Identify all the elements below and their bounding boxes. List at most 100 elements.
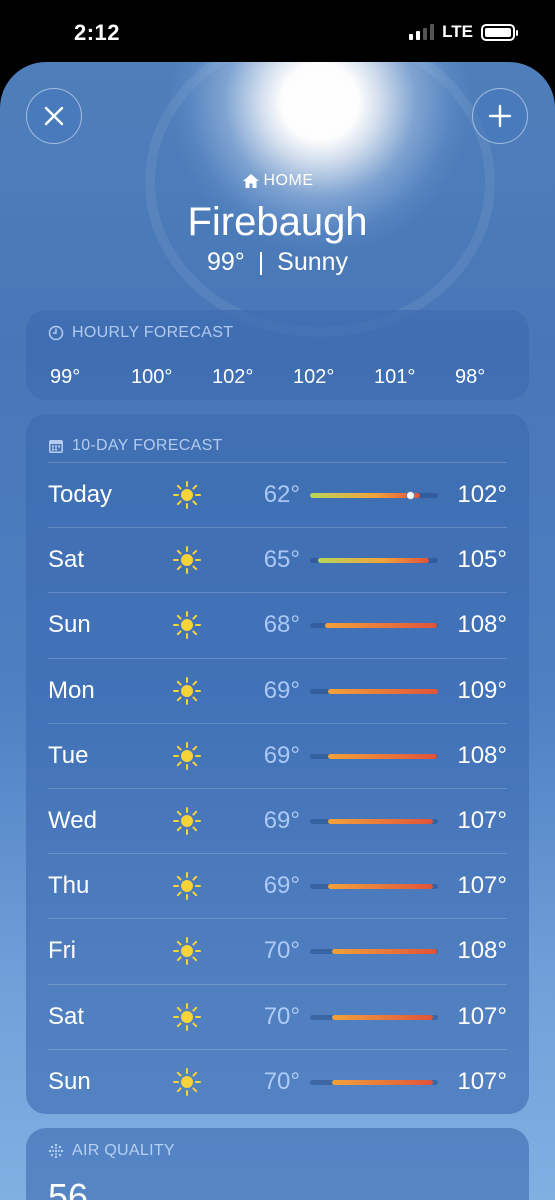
temp-range-track bbox=[310, 884, 438, 890]
day-name: Mon bbox=[48, 676, 95, 704]
day-high-temp: 107° bbox=[457, 806, 507, 834]
sun-icon bbox=[172, 936, 202, 966]
day-high-temp: 109° bbox=[457, 676, 507, 704]
plus-icon bbox=[488, 104, 512, 128]
temp-range-track bbox=[310, 558, 438, 564]
status-time: 2:12 bbox=[74, 20, 121, 45]
temp-range-bar bbox=[327, 884, 433, 890]
day-list: Today 62° 102° Sat 65° 105° Sun 68° 108° Mon 69° 10… bbox=[26, 462, 529, 1114]
ten-day-forecast-card[interactable]: 10-DAY FORECAST Today 62° 102° Sat 65° 105° Su… bbox=[26, 414, 529, 1114]
temp-range-track bbox=[310, 818, 438, 824]
battery-icon bbox=[481, 23, 518, 41]
day-row[interactable]: Sat 65° 105° bbox=[48, 527, 507, 592]
hourly-temps[interactable]: 99°100°102°102°101°98°9 bbox=[50, 366, 529, 389]
air-quality-icon bbox=[48, 1143, 64, 1159]
sun-icon bbox=[172, 1002, 202, 1032]
day-row[interactable]: Today 62° 102° bbox=[48, 462, 507, 527]
day-high-temp: 102° bbox=[457, 481, 507, 508]
temp-range-track bbox=[310, 949, 438, 955]
home-label: HOME bbox=[263, 172, 314, 189]
hourly-forecast-card[interactable]: HOURLY FORECAST 99°100°102°102°101°98°9 bbox=[26, 310, 529, 400]
hourly-forecast-title: HOURLY FORECAST bbox=[72, 324, 234, 341]
sun-icon bbox=[172, 871, 202, 901]
day-low-temp: 70° bbox=[263, 1067, 300, 1095]
network-label: LTE bbox=[442, 22, 473, 41]
summary-separator: | bbox=[257, 248, 265, 276]
day-row[interactable]: Wed 69° 107° bbox=[48, 787, 507, 853]
hourly-temp: 100° bbox=[131, 366, 173, 388]
city-name: Firebaugh bbox=[187, 200, 368, 244]
current-temp-dot bbox=[405, 491, 415, 500]
day-low-temp: 62° bbox=[263, 481, 300, 508]
calendar-icon bbox=[49, 439, 63, 453]
add-location-button[interactable] bbox=[472, 88, 528, 144]
day-low-temp: 69° bbox=[263, 872, 300, 900]
close-button[interactable] bbox=[26, 88, 82, 144]
day-name: Wed bbox=[48, 806, 97, 834]
weather-sheet: HOME Firebaugh 99° | Sunny HOURLY FORECA… bbox=[0, 62, 555, 1200]
ten-day-forecast-header: 10-DAY FORECAST bbox=[26, 414, 529, 462]
temp-range-bar bbox=[327, 753, 437, 759]
day-name: Sun bbox=[48, 611, 91, 639]
day-high-temp: 108° bbox=[457, 741, 507, 769]
day-row[interactable]: Mon 69° 109° bbox=[48, 657, 507, 723]
current-condition: Sunny bbox=[277, 248, 349, 276]
sun-icon bbox=[172, 480, 202, 510]
temp-range-bar bbox=[317, 558, 430, 564]
sun-icon bbox=[172, 1067, 202, 1097]
temp-range-bar bbox=[331, 949, 437, 955]
day-low-temp: 68° bbox=[263, 611, 300, 639]
day-row[interactable]: Tue 69° 108° bbox=[48, 722, 507, 788]
temp-range-track bbox=[310, 1014, 438, 1020]
hourly-temp: 102° bbox=[293, 366, 335, 388]
temp-range-track bbox=[310, 688, 438, 694]
air-quality-value: 56 bbox=[48, 1176, 89, 1200]
temp-range-track bbox=[310, 623, 438, 629]
day-high-temp: 108° bbox=[457, 937, 507, 965]
status-bar: 2:12 LTE bbox=[0, 0, 555, 62]
temp-range-bar bbox=[325, 623, 437, 629]
air-quality-card[interactable]: AIR QUALITY 56 bbox=[26, 1128, 529, 1200]
day-name: Sun bbox=[48, 1067, 91, 1095]
close-icon bbox=[44, 106, 64, 126]
day-name: Sat bbox=[48, 1002, 85, 1030]
temp-range-track bbox=[310, 753, 438, 759]
day-row[interactable]: Sun 70° 107° bbox=[48, 1048, 507, 1114]
day-row[interactable]: Sun 68° 108° bbox=[48, 592, 507, 657]
air-quality-title: AIR QUALITY bbox=[72, 1142, 175, 1159]
hourly-temp: 99° bbox=[50, 366, 81, 388]
day-high-temp: 107° bbox=[457, 1002, 507, 1030]
ten-day-forecast-title: 10-DAY FORECAST bbox=[72, 436, 223, 454]
sun-icon bbox=[172, 610, 202, 640]
hourly-temp: 101° bbox=[374, 366, 416, 388]
temp-range-track bbox=[310, 491, 438, 500]
temp-range-bar bbox=[327, 818, 433, 824]
hourly-forecast-header: HOURLY FORECAST bbox=[26, 310, 529, 342]
day-name: Tue bbox=[48, 741, 89, 769]
status-indicators: LTE bbox=[409, 22, 518, 42]
temp-range-track bbox=[310, 1079, 438, 1085]
current-temp: 99° bbox=[206, 248, 245, 276]
day-low-temp: 69° bbox=[263, 676, 300, 704]
day-name: Sat bbox=[48, 546, 85, 574]
hourly-temp: 98° bbox=[455, 366, 486, 388]
day-row[interactable]: Fri 70° 108° bbox=[48, 918, 507, 983]
day-high-temp: 108° bbox=[457, 611, 507, 639]
hourly-temp: 102° bbox=[212, 366, 254, 388]
temp-range-bar bbox=[331, 1079, 433, 1085]
current-summary: 99° | Sunny bbox=[0, 248, 555, 277]
air-quality-header: AIR QUALITY bbox=[26, 1128, 529, 1160]
day-low-temp: 70° bbox=[263, 1002, 300, 1030]
day-low-temp: 69° bbox=[263, 741, 300, 769]
sun-icon bbox=[172, 741, 202, 771]
sun-icon bbox=[172, 676, 202, 706]
day-row[interactable]: Sat 70° 107° bbox=[48, 983, 507, 1049]
temp-range-bar bbox=[310, 493, 421, 498]
day-high-temp: 107° bbox=[457, 1067, 507, 1095]
day-high-temp: 107° bbox=[457, 872, 507, 900]
day-name: Today bbox=[48, 481, 113, 508]
day-name: Fri bbox=[48, 937, 76, 965]
temp-range-bar bbox=[327, 688, 438, 694]
day-row[interactable]: Thu 69° 107° bbox=[48, 853, 507, 918]
day-name: Thu bbox=[48, 872, 90, 900]
